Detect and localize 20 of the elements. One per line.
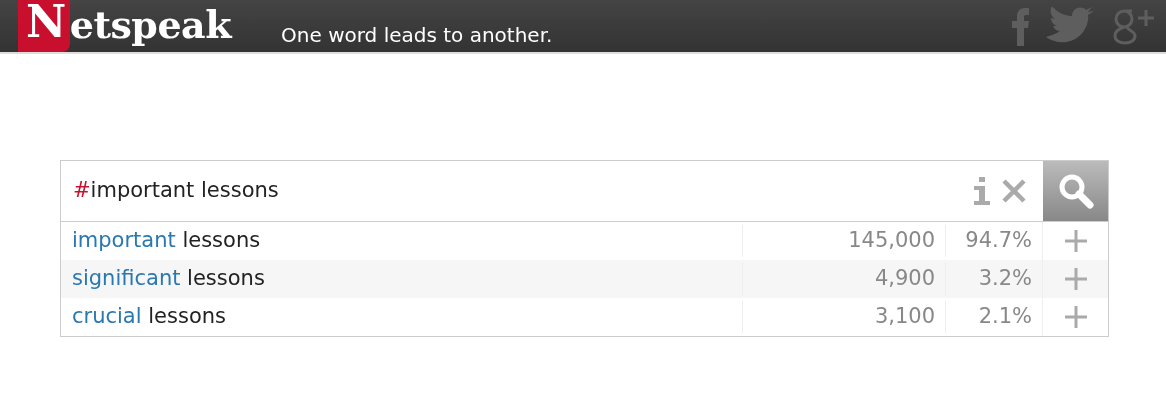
frequency-count: 145,000	[742, 225, 945, 257]
info-icon[interactable]	[971, 176, 993, 206]
facebook-icon[interactable]	[1010, 8, 1030, 46]
result-phrase[interactable]: crucial lessons	[61, 301, 742, 333]
logo[interactable]: Netspeak	[18, 0, 232, 52]
frequency-percent: 3.2%	[945, 263, 1042, 295]
plus-icon[interactable]	[1064, 306, 1087, 328]
frequency-count: 3,100	[742, 301, 945, 333]
result-phrase[interactable]: important lessons	[61, 225, 742, 257]
search-icon	[1057, 173, 1094, 209]
frequency-percent: 2.1%	[945, 301, 1042, 333]
plus-icon[interactable]	[1064, 268, 1087, 290]
frequency-count: 4,900	[742, 263, 945, 295]
plus-icon[interactable]	[1064, 230, 1087, 252]
search-field[interactable]: #important lessons	[61, 175, 971, 207]
close-icon[interactable]	[1001, 178, 1027, 204]
frequency-percent: 94.7%	[945, 225, 1042, 257]
search-button[interactable]	[1043, 161, 1108, 221]
result-phrase[interactable]: significant lessons	[61, 263, 742, 295]
tagline: One word leads to another.	[281, 22, 553, 49]
